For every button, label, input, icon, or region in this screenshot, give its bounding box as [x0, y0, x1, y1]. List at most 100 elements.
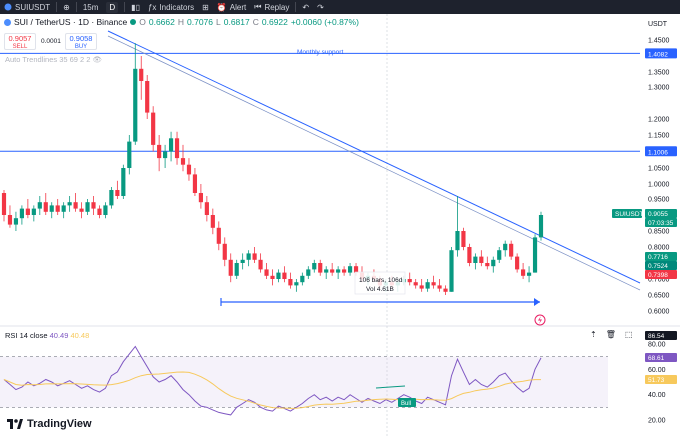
rsi-legend: RSI 14 close 40.49 40.48 — [5, 331, 90, 340]
rsi-value-tag: 68.61 — [648, 355, 665, 362]
symbol-legend: SUI / TetherUS · 1D · Binance O 0.6662 H0… — [4, 17, 359, 27]
candle-body — [13, 218, 19, 225]
candle-body — [270, 275, 275, 279]
measure-bars-text: 106 bars, 106d — [359, 277, 403, 284]
candle-body — [192, 174, 198, 193]
spread-value: 0.0001 — [41, 38, 61, 45]
candle-body — [342, 269, 347, 273]
candle-body — [79, 208, 84, 212]
currency-label[interactable]: USDT — [648, 21, 667, 28]
candle-body — [437, 285, 442, 289]
candle-body — [97, 208, 102, 215]
price-tick-label: 1.1500 — [648, 133, 670, 140]
rsi-axis[interactable]: 80.00 60.00 40.00 20.00 86.54 68.61 51.73 — [645, 331, 677, 425]
interval-d[interactable]: D — [102, 0, 122, 14]
candle-body — [252, 253, 257, 260]
candle-body — [91, 202, 96, 209]
eye-icon[interactable]: 👁 — [93, 55, 103, 64]
candles-group — [1, 43, 544, 295]
candle-body — [246, 253, 251, 260]
candle-body — [467, 247, 472, 263]
pane-controls: ⇡ 🗑 ⬚ — [590, 330, 632, 339]
indicators-button[interactable]: ƒx Indicators — [144, 0, 198, 14]
alert-button[interactable]: ⏰ Alert — [213, 0, 250, 14]
candle-body — [37, 202, 42, 209]
candle-body — [180, 158, 186, 165]
candle-body — [109, 190, 114, 206]
rsi-tick-label: 80.00 — [648, 342, 666, 349]
legend-title: SUI / TetherUS · 1D · Binance — [14, 17, 128, 27]
price-tick-label: 1.4500 — [648, 38, 670, 45]
legend-close: 0.6922 — [261, 17, 288, 27]
interval-15m[interactable]: 15m — [79, 0, 103, 14]
flash-icon[interactable] — [534, 314, 546, 326]
candle-body — [491, 259, 496, 267]
plus-icon: ⊕ — [63, 2, 70, 12]
candle-body — [353, 266, 359, 273]
candle-body — [294, 282, 299, 286]
chart-type-button[interactable]: ▮▯ — [127, 0, 144, 14]
candle-body — [174, 138, 180, 159]
candle-body — [49, 205, 54, 212]
legend-low: 0.6817 — [223, 17, 250, 27]
redo-button[interactable]: ↷ — [313, 0, 328, 14]
candle-body — [55, 205, 60, 212]
symbol-search-button[interactable]: SUIUSDT — [0, 0, 54, 14]
red-price-tag: 0.7398 — [648, 272, 668, 279]
candle-body — [526, 272, 532, 276]
undo-icon: ↶ — [302, 2, 310, 12]
candle-body — [318, 263, 323, 273]
price-tick-label: 0.8500 — [648, 229, 670, 236]
candle-body — [198, 193, 203, 203]
candle-body — [347, 266, 353, 273]
candle-body — [485, 263, 490, 267]
tradingview-logo[interactable]: TradingView — [7, 418, 92, 430]
candle-body — [443, 288, 448, 292]
candle-body — [210, 215, 215, 228]
rsi-tick-label: 20.00 — [648, 418, 666, 425]
candle-body — [336, 269, 341, 273]
trendline-upper[interactable] — [107, 30, 641, 284]
layout-button[interactable]: ⊞ — [198, 0, 213, 14]
undo-button[interactable]: ↶ — [298, 0, 313, 14]
candle-body — [312, 263, 317, 270]
maximize-icon[interactable]: ⬚ — [625, 330, 633, 339]
candle-body — [73, 202, 78, 209]
candle-body — [300, 275, 305, 283]
candle-body — [216, 227, 221, 244]
rsi-value: 40.49 — [49, 331, 69, 340]
candle-body — [145, 81, 150, 113]
candles-icon: ▮▯ — [131, 2, 140, 12]
replay-icon: ⏮ — [254, 2, 262, 11]
candle-body — [276, 272, 281, 279]
sell-button[interactable]: 0.9057 SELL — [4, 33, 36, 50]
candle-body — [521, 269, 526, 276]
candle-body — [288, 279, 293, 286]
teal-price-tag: 0.7524 — [648, 263, 668, 270]
candle-body — [258, 259, 263, 270]
price-chart[interactable]: 106 bars, 106d Vol 4.61B Monthly support… — [0, 14, 680, 438]
candle-body — [85, 202, 90, 212]
indicators-icon: ƒx — [147, 2, 157, 12]
buy-button[interactable]: 0.9058 BUY — [65, 33, 97, 50]
auto-trendlines-label[interactable]: Auto Trendlines 35 69 2 2 👁 — [5, 55, 102, 64]
candle-body — [264, 269, 269, 276]
date-range-measure[interactable] — [220, 298, 540, 306]
move-up-icon[interactable]: ⇡ — [590, 330, 597, 339]
candle-body — [222, 243, 227, 260]
market-open-icon — [130, 19, 137, 25]
rsi-top-tag: 86.54 — [648, 333, 665, 340]
trash-icon[interactable]: 🗑 — [606, 330, 616, 339]
candle-body — [479, 256, 484, 263]
candle-body — [431, 282, 436, 286]
price-tick-label: 1.3000 — [648, 85, 670, 92]
add-symbol-button[interactable]: ⊕ — [59, 0, 74, 14]
candle-body — [228, 259, 233, 276]
candle-body — [455, 231, 460, 251]
candle-body — [419, 285, 424, 289]
replay-button[interactable]: ⏮ Replay — [250, 0, 293, 14]
trendline-lower[interactable] — [107, 35, 641, 291]
candle-body — [115, 190, 120, 196]
candle-body — [61, 205, 66, 212]
candle-body — [324, 269, 329, 273]
